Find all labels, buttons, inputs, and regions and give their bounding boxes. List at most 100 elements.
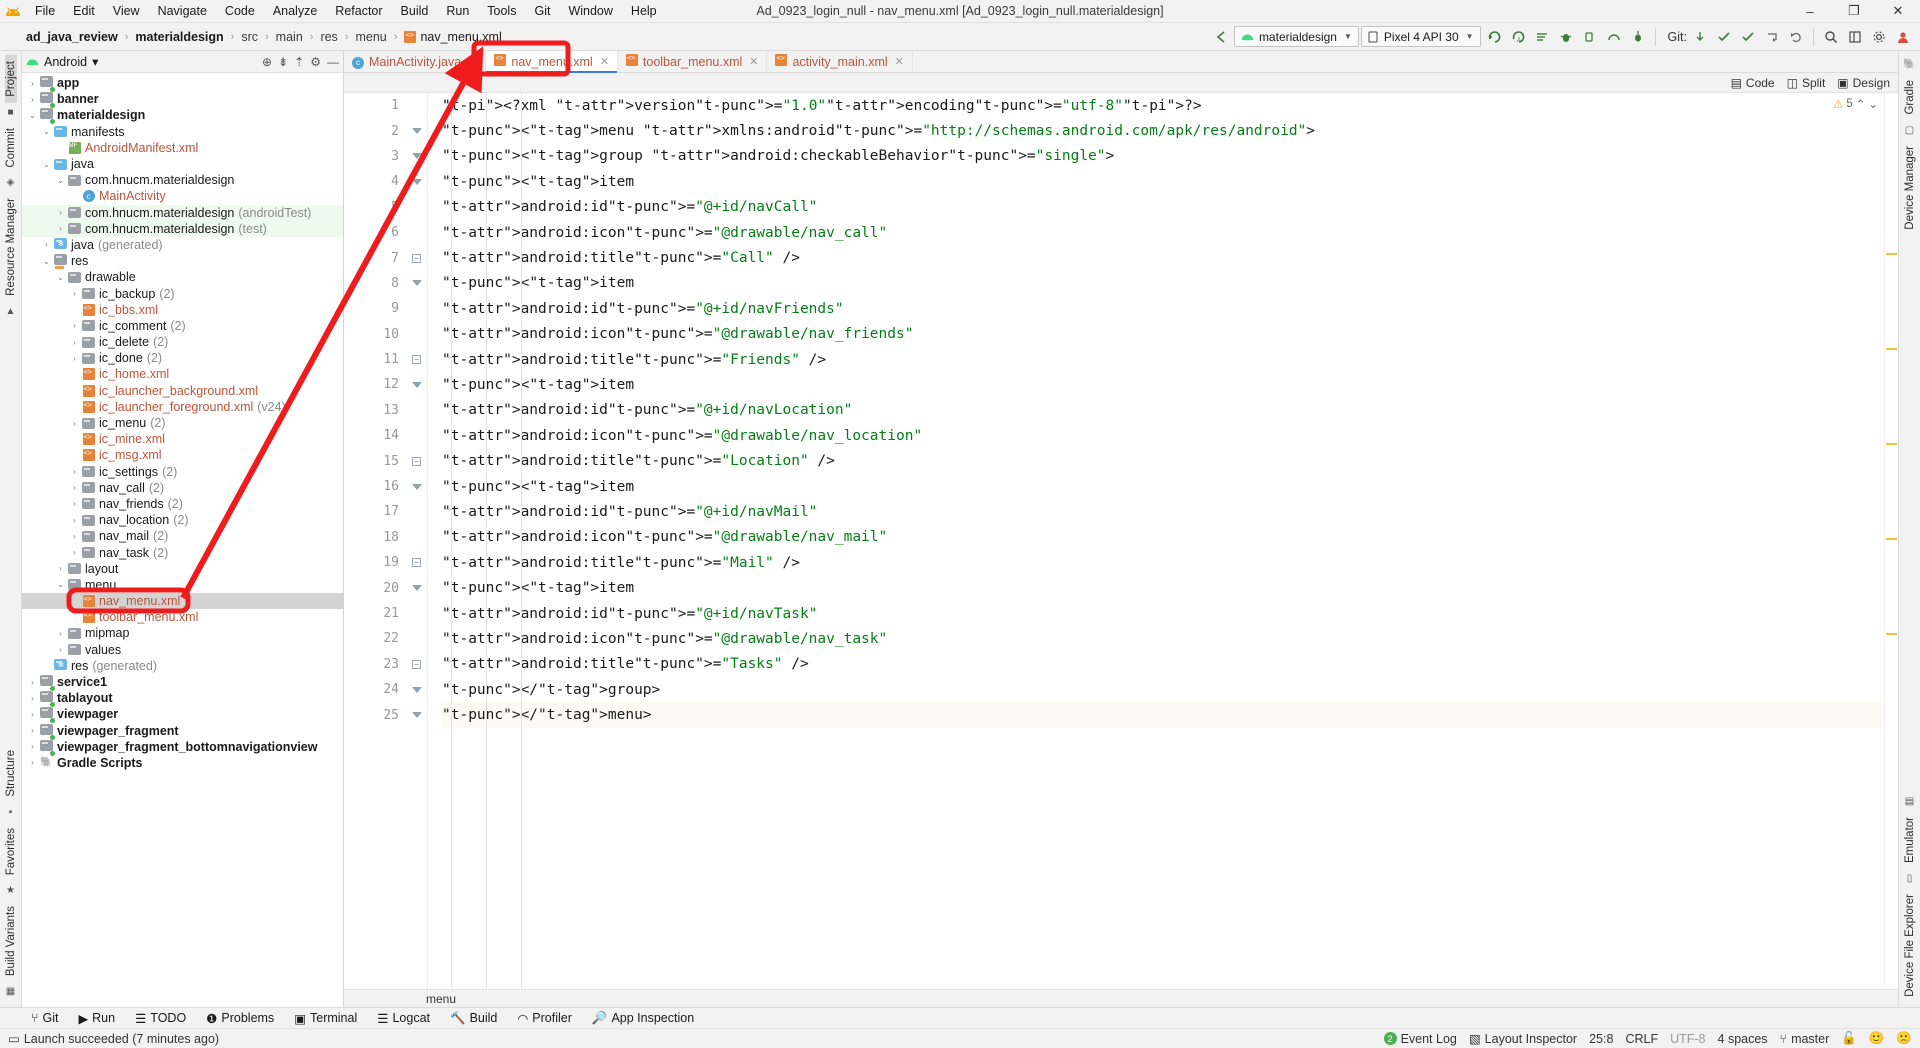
chevron-right-icon[interactable]: ›: [54, 224, 67, 233]
debug-icon[interactable]: [1555, 26, 1577, 48]
code-content[interactable]: "t-pi" ><?xml "t-attr" >version "t-punc" >= "…: [428, 93, 1884, 989]
happy-face-icon[interactable]: 🙂: [1869, 1031, 1885, 1046]
tree-item[interactable]: › app: [22, 75, 343, 93]
tree-item[interactable]: · AndroidManifest.xml: [22, 140, 343, 156]
code-line[interactable]: "t-attr" >android:title "t-punc" >= "Call" /…: [442, 245, 1884, 270]
close-tab-icon[interactable]: ✕: [600, 55, 609, 68]
tree-item[interactable]: › com.hnucm.materialdesign (test): [22, 220, 343, 237]
close-button[interactable]: ✕: [1876, 0, 1920, 23]
menu-tools[interactable]: Tools: [478, 2, 525, 20]
tree-item[interactable]: ⌄ drawable: [22, 269, 343, 285]
breadcrumb-module[interactable]: materialdesign: [131, 29, 227, 45]
fold-marker[interactable]: [406, 702, 427, 727]
update-project-icon[interactable]: [1689, 26, 1711, 48]
device-selector[interactable]: Pixel 4 API 30 ▼: [1360, 26, 1481, 47]
fold-marker[interactable]: [406, 144, 427, 169]
menu-bar[interactable]: File Edit View Navigate Code Analyze Ref…: [26, 2, 666, 20]
branch-widget[interactable]: ⑂ master: [1780, 1032, 1830, 1046]
rail-resource-manager[interactable]: Resource Manager: [5, 192, 17, 302]
tree-item[interactable]: ·cMainActivity: [22, 188, 343, 204]
run-configuration-selector[interactable]: materialdesign ▼: [1233, 26, 1359, 47]
menu-build[interactable]: Build: [392, 2, 438, 20]
fold-marker[interactable]: [406, 169, 427, 194]
tree-item[interactable]: · ic_home.xml: [22, 366, 343, 382]
code-line[interactable]: "t-punc"><"t-tag">item: [442, 372, 1884, 397]
rail-build-variants[interactable]: Build Variants: [5, 900, 17, 982]
tree-item[interactable]: › viewpager: [22, 706, 343, 724]
chevron-right-icon[interactable]: ›: [26, 678, 39, 687]
tree-item[interactable]: › banner: [22, 91, 343, 109]
breadcrumb-project[interactable]: ad_java_review: [22, 29, 122, 45]
chevron-right-icon[interactable]: ›: [26, 710, 39, 719]
code-line[interactable]: "t-attr" >android:icon "t-punc" >= "@drawabl…: [442, 220, 1884, 245]
fold-marker[interactable]: [406, 398, 427, 423]
menu-code[interactable]: Code: [216, 2, 264, 20]
tree-item[interactable]: › viewpager_fragment: [22, 723, 343, 740]
chevron-right-icon[interactable]: ›: [54, 645, 67, 654]
editor-tab[interactable]: nav_menu.xml ✕: [486, 51, 618, 73]
tree-item[interactable]: › ic_delete (2): [22, 334, 343, 350]
sad-face-icon[interactable]: 🙁: [1896, 1031, 1912, 1046]
code-line[interactable]: "t-punc"><"t-tag">item: [442, 169, 1884, 194]
chevron-right-icon[interactable]: ›: [26, 726, 39, 735]
rail-project[interactable]: Project: [4, 55, 17, 103]
code-line[interactable]: "t-attr" >android:id "t-punc" >= "@+id/navMa…: [442, 499, 1884, 524]
tree-item[interactable]: › ic_done (2): [22, 350, 343, 366]
tree-item[interactable]: › values: [22, 642, 343, 658]
next-problem-icon[interactable]: ⌄: [1868, 97, 1878, 111]
device-manager-icon[interactable]: [1627, 26, 1649, 48]
close-tab-icon[interactable]: ✕: [895, 55, 904, 68]
menu-file[interactable]: File: [26, 2, 64, 20]
chevron-right-icon[interactable]: ›: [26, 95, 39, 104]
chevron-right-icon[interactable]: ›: [68, 419, 81, 428]
code-line[interactable]: "t-attr" >android:id "t-punc" >= "@+id/navFr…: [442, 296, 1884, 321]
layout-icon[interactable]: [1844, 26, 1866, 48]
run-icon[interactable]: [1483, 26, 1505, 48]
fold-marker[interactable]: −: [406, 347, 427, 372]
project-view-label[interactable]: Android: [44, 55, 87, 69]
layout-inspector-button[interactable]: ▧ Layout Inspector: [1469, 1031, 1577, 1047]
fold-marker[interactable]: [406, 423, 427, 448]
tool-window-terminal[interactable]: ▣ Terminal: [285, 1010, 366, 1027]
fold-marker[interactable]: [406, 296, 427, 321]
tree-item[interactable]: · ic_launcher_background.xml: [22, 383, 343, 399]
fold-marker[interactable]: [406, 195, 427, 220]
fold-marker[interactable]: [406, 372, 427, 397]
tool-window-bar[interactable]: ⑂ Git ▶ Run ☰ TODO ❶ Problems ▣ Terminal ☰ Logcat 🔨 B…: [0, 1007, 1920, 1028]
run-coverage-icon[interactable]: A: [1507, 26, 1529, 48]
tree-item[interactable]: ·✻res(generated): [22, 658, 343, 674]
fold-marker[interactable]: [406, 474, 427, 499]
line-separator[interactable]: CRLF: [1625, 1032, 1658, 1046]
tree-item[interactable]: › ic_comment (2): [22, 318, 343, 334]
tool-window-run[interactable]: ▶ Run: [70, 1010, 125, 1027]
search-everywhere-icon[interactable]: [1820, 26, 1842, 48]
fold-marker[interactable]: −: [406, 245, 427, 270]
tree-item-selected[interactable]: · nav_menu.xml: [22, 593, 343, 610]
status-message[interactable]: ▭ Launch succeeded (7 minutes ago): [8, 1031, 219, 1047]
code-line[interactable]: "t-attr" >android:id "t-punc" >= "@+id/navTa…: [442, 601, 1884, 626]
rollback-icon[interactable]: [1785, 26, 1807, 48]
chevron-down-icon[interactable]: ⌄: [54, 580, 67, 589]
editor-tab[interactable]: c MainActivity.java ✕: [344, 51, 487, 72]
history-icon[interactable]: [1761, 26, 1783, 48]
breadcrumb-menu[interactable]: menu: [351, 29, 390, 45]
mode-design[interactable]: ▣ Design: [1837, 76, 1890, 90]
event-log-button[interactable]: 2 Event Log: [1383, 1032, 1457, 1046]
code-line[interactable]: "t-attr" >android:icon "t-punc" >= "@drawabl…: [442, 525, 1884, 550]
chevron-right-icon[interactable]: ›: [26, 694, 39, 703]
tool-window-profiler[interactable]: ◠ Profiler: [508, 1010, 581, 1027]
code-line[interactable]: "t-punc" ></"t-tag" >group>: [442, 677, 1884, 702]
tool-window-app-inspection[interactable]: 🔎 App Inspection: [583, 1010, 703, 1027]
tool-window-build[interactable]: 🔨 Build: [441, 1010, 506, 1027]
chevron-right-icon[interactable]: ›: [26, 742, 39, 751]
minimize-button[interactable]: –: [1788, 0, 1832, 23]
fold-marker[interactable]: [406, 220, 427, 245]
file-encoding[interactable]: UTF-8: [1670, 1032, 1705, 1046]
fold-marker[interactable]: [406, 118, 427, 143]
profiler-icon[interactable]: [1603, 26, 1625, 48]
unlocked-icon[interactable]: 🔓: [1841, 1031, 1857, 1046]
code-line[interactable]: "t-punc"><"t-tag">menu "t-attr">xmlns:an…: [442, 118, 1884, 143]
caret-position[interactable]: 25:8: [1589, 1032, 1613, 1046]
code-line[interactable]: "t-pi" ><?xml "t-attr" >version "t-punc" >= "…: [442, 93, 1884, 118]
tree-item[interactable]: › ic_menu (2): [22, 415, 343, 431]
